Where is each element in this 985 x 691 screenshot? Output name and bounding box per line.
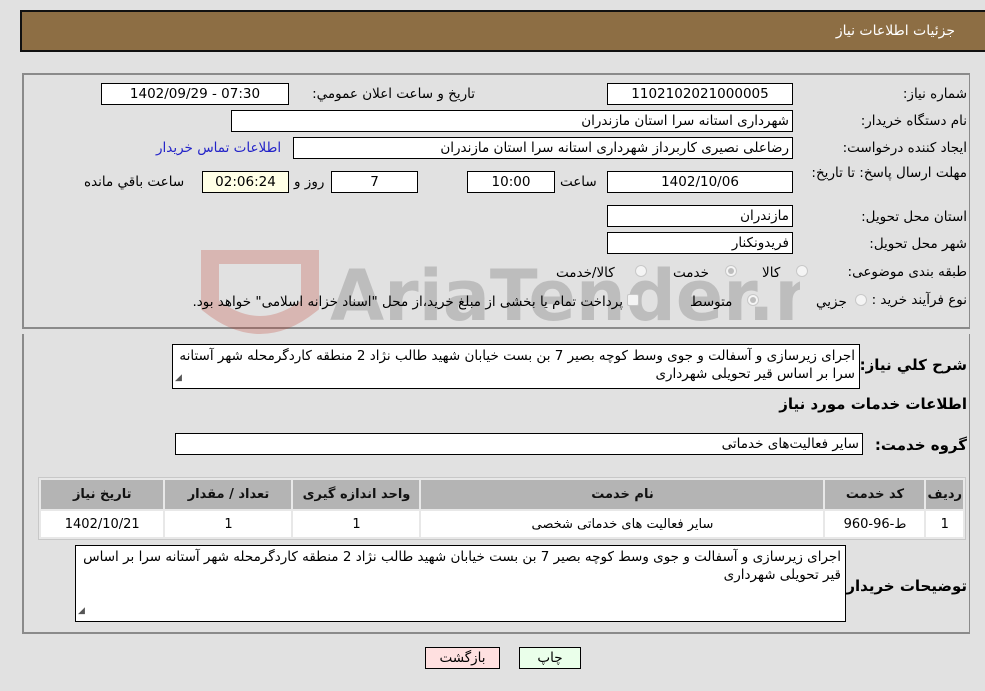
- buyer-notes-label: توضیحات خریدار:: [840, 577, 967, 595]
- print-button[interactable]: چاپ: [519, 647, 581, 669]
- cell-need-date: 1402/10/21: [41, 511, 164, 537]
- category-option-goods: کالا: [762, 265, 781, 281]
- days-label: روز و: [294, 174, 325, 190]
- cell-service-name: سایر فعالیت های خدماتی شخصی: [421, 511, 824, 537]
- deadline-days-field: 7: [331, 171, 418, 193]
- page-title: جزئیات اطلاعات نیاز: [835, 23, 955, 39]
- table-header-row: ردیف کد خدمت نام خدمت واحد اندازه گیری ت…: [41, 480, 963, 509]
- category-radio-goods-service[interactable]: [635, 265, 647, 277]
- col-unit: واحد اندازه گیری: [293, 480, 420, 509]
- buyer-notes-text: اجرای زیرسازی و آسفالت و جوی وسط کوچه بص…: [83, 549, 841, 583]
- resize-grip-icon[interactable]: ◢: [175, 369, 182, 387]
- resize-grip-icon[interactable]: ◢: [78, 602, 85, 620]
- need-number-field: 1102102021000005: [607, 83, 793, 105]
- category-option-goods-service: کالا/خدمت: [556, 265, 615, 281]
- category-radio-goods[interactable]: [796, 265, 808, 277]
- category-label: طبقه بندی موضوعی:: [847, 264, 967, 280]
- process-radio-minor[interactable]: [855, 294, 867, 306]
- description-text: اجرای زیرسازی و آسفالت و جوی وسط کوچه بص…: [179, 348, 855, 382]
- services-section-title: اطلاعات خدمات مورد نیاز: [779, 395, 967, 413]
- city-label: شهر محل تحویل:: [869, 236, 967, 252]
- deadline-time-field: 10:00: [467, 171, 555, 193]
- creator-label: ایجاد کننده درخواست:: [842, 140, 967, 156]
- description-textarea[interactable]: اجرای زیرسازی و آسفالت و جوی وسط کوچه بص…: [172, 344, 860, 389]
- process-option-medium: متوسط: [690, 294, 733, 310]
- buyer-org-field: شهرداری استانه سرا استان مازندران: [231, 110, 793, 132]
- col-row-number: ردیف: [926, 480, 963, 509]
- table-row: 1 ط-96-960 سایر فعالیت های خدماتی شخصی 1…: [41, 511, 963, 537]
- col-service-code: کد خدمت: [825, 480, 925, 509]
- services-table: ردیف کد خدمت نام خدمت واحد اندازه گیری ت…: [38, 477, 966, 540]
- province-field: مازندران: [607, 205, 793, 227]
- deadline-label: مهلت ارسال پاسخ: تا تاریخ:: [811, 165, 967, 181]
- cell-service-code: ط-96-960: [825, 511, 925, 537]
- need-number-label: شماره نیاز:: [902, 86, 967, 102]
- creator-field: رضاعلی نصیری کاربرداز شهرداری استانه سرا…: [293, 137, 793, 159]
- buyer-org-label: نام دستگاه خریدار:: [860, 113, 967, 129]
- cell-row-number: 1: [926, 511, 963, 537]
- page-header: جزئیات اطلاعات نیاز: [20, 10, 985, 52]
- col-quantity: تعداد / مقدار: [165, 480, 292, 509]
- cell-quantity: 1: [165, 511, 292, 537]
- description-label: شرح کلي نیاز:: [859, 356, 967, 374]
- city-field: فریدونکنار: [607, 232, 793, 254]
- process-option-minor: جزيي: [816, 294, 847, 310]
- deadline-time-label: ساعت: [560, 174, 597, 190]
- category-option-service: خدمت: [673, 265, 709, 281]
- service-group-label: گروه خدمت:: [874, 436, 967, 454]
- remaining-label: ساعت باقي مانده: [84, 174, 185, 190]
- deadline-date-field: 1402/10/06: [607, 171, 793, 193]
- buyer-contact-link[interactable]: اطلاعات تماس خریدار: [156, 140, 281, 156]
- treasury-checkbox[interactable]: [627, 294, 639, 306]
- back-button[interactable]: بازگشت: [425, 647, 500, 669]
- remaining-time-field: 02:06:24: [202, 171, 289, 193]
- process-radio-medium[interactable]: [747, 294, 759, 306]
- province-label: استان محل تحویل:: [861, 209, 967, 225]
- treasury-note: پرداخت تمام یا بخشی از مبلغ خرید،از محل …: [192, 294, 623, 310]
- col-service-name: نام خدمت: [421, 480, 824, 509]
- buyer-notes-textarea[interactable]: اجرای زیرسازی و آسفالت و جوی وسط کوچه بص…: [75, 545, 846, 622]
- announce-label: تاریخ و ساعت اعلان عمومي:: [312, 86, 475, 102]
- col-need-date: تاریخ نیاز: [41, 480, 164, 509]
- category-radio-service[interactable]: [725, 265, 737, 277]
- process-label: نوع فرآیند خرید :: [871, 292, 967, 308]
- announce-field: 1402/09/29 - 07:30: [101, 83, 289, 105]
- service-group-field: سایر فعالیت‌های خدماتی: [175, 433, 863, 455]
- cell-unit: 1: [293, 511, 420, 537]
